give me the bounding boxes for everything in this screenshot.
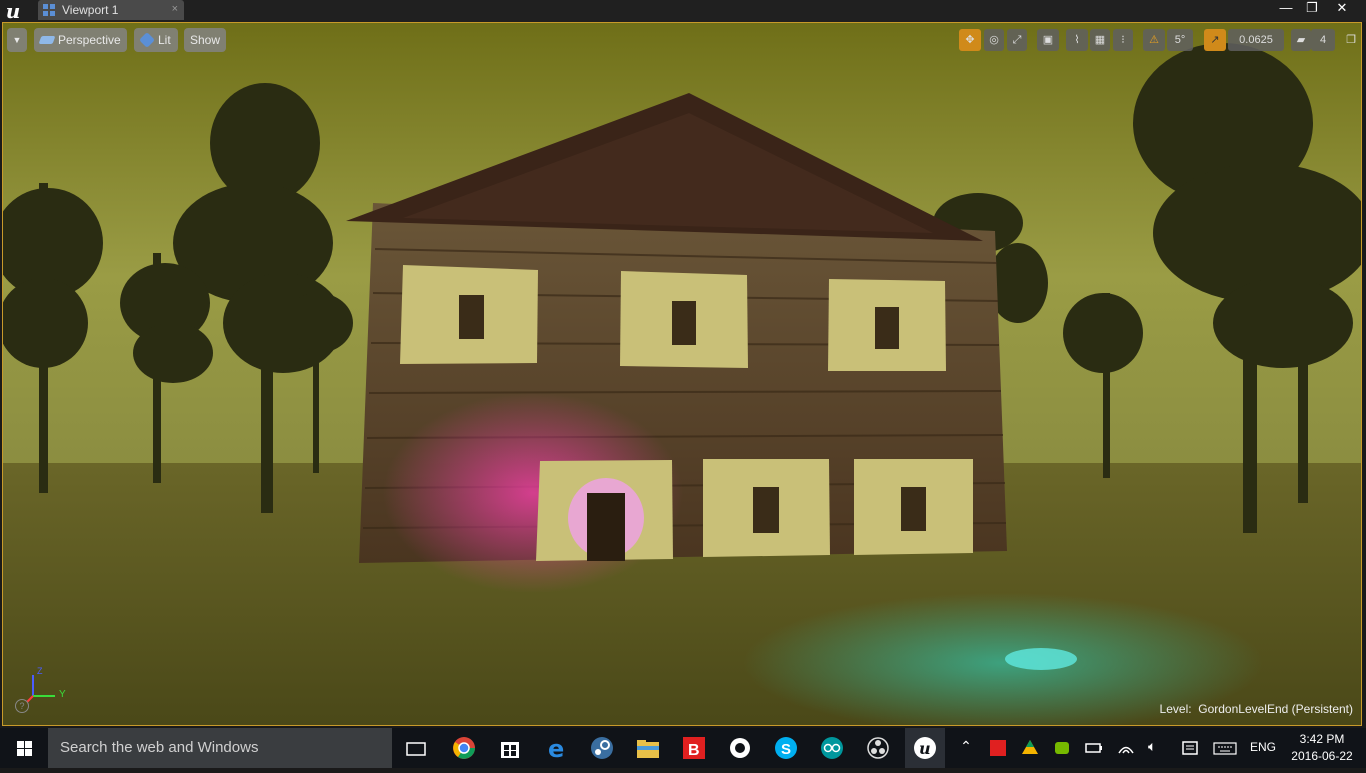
rotate-tool-icon[interactable]: ◎ — [984, 29, 1004, 51]
clock-date: 2016-06-22 — [1291, 749, 1353, 763]
tray-red-app-icon[interactable] — [988, 738, 1008, 758]
camera-speed-icon[interactable]: ▰ — [1291, 29, 1311, 51]
taskbar: Search the web and Windows e B S u ⌃ 🔈︎ … — [0, 728, 1366, 768]
unreal-logo-icon: u — [5, 0, 21, 23]
close-tab-icon[interactable]: × — [172, 3, 178, 15]
perspective-button[interactable]: Perspective — [34, 28, 127, 52]
unreal-engine-taskbar-icon[interactable]: u — [905, 728, 945, 768]
svg-text:u: u — [919, 739, 931, 758]
google-drive-icon[interactable] — [1020, 738, 1040, 758]
axis-z-label: Z — [37, 666, 43, 676]
world-local-icon[interactable]: ▣ — [1037, 29, 1059, 51]
scale-tool-icon[interactable]: ⤢ — [1007, 29, 1027, 51]
svg-text:S: S — [781, 741, 791, 758]
svg-text:e: e — [548, 735, 564, 762]
surface-snap-icon[interactable]: ⌇ — [1066, 29, 1088, 51]
store-icon[interactable] — [496, 734, 524, 762]
help-icon[interactable]: ? — [15, 699, 29, 713]
viewport-grid-icon — [43, 4, 55, 16]
file-explorer-icon[interactable] — [634, 734, 662, 762]
level-name: GordonLevelEnd (Persistent) — [1198, 702, 1353, 716]
tab-label: Viewport 1 — [62, 3, 119, 17]
battery-icon[interactable] — [1084, 738, 1104, 758]
rotation-snap-icon[interactable]: ⚠ — [1143, 29, 1165, 51]
perspective-label: Perspective — [58, 33, 121, 47]
camera-speed-value[interactable]: 4 — [1311, 29, 1335, 51]
blender-icon[interactable] — [726, 734, 754, 762]
maximize-viewport-icon[interactable]: ❐ — [1343, 29, 1359, 51]
show-button[interactable]: Show — [184, 28, 226, 52]
start-button[interactable] — [0, 728, 48, 768]
lit-label: Lit — [158, 33, 171, 47]
scale-snap-value[interactable]: 0.0625 — [1228, 29, 1284, 51]
svg-text:B: B — [688, 742, 700, 759]
bitdefender-icon[interactable]: B — [680, 734, 708, 762]
lit-button[interactable]: Lit — [134, 28, 178, 52]
scene-render[interactable] — [3, 23, 1362, 726]
skype-icon[interactable]: S — [772, 734, 800, 762]
title-bar: u Viewport 1 × — ❐ ✕ — [0, 0, 1366, 22]
steam-icon[interactable] — [588, 734, 616, 762]
keyboard-icon[interactable] — [1212, 738, 1238, 758]
wifi-icon[interactable] — [1116, 738, 1136, 758]
viewport-options-button[interactable]: ▼ — [7, 28, 27, 52]
lit-sphere-icon — [139, 32, 155, 48]
scale-snap-icon[interactable]: ↗ — [1204, 29, 1226, 51]
obs-icon[interactable] — [864, 734, 892, 762]
level-viewport[interactable]: Z Y ? ▼ Perspective Lit Show ✥ ◎ ⤢ ▣ ⌇ ▦… — [2, 22, 1362, 726]
chrome-icon[interactable] — [450, 734, 478, 762]
search-input[interactable]: Search the web and Windows — [48, 728, 392, 768]
level-prefix: Level: — [1159, 702, 1192, 716]
translate-tool-icon[interactable]: ✥ — [959, 29, 981, 51]
axis-y-label: Y — [59, 689, 66, 700]
clock[interactable]: 3:42 PM 2016-06-22 — [1284, 731, 1360, 765]
clock-time: 3:42 PM — [1299, 732, 1345, 746]
action-center-icon[interactable] — [1180, 738, 1200, 758]
maximize-button[interactable]: ❐ — [1298, 0, 1326, 16]
language-indicator[interactable]: ENG — [1250, 740, 1276, 754]
rotation-snap-value[interactable]: 5° — [1167, 29, 1193, 51]
grid-size-icon[interactable]: ⁝ — [1113, 29, 1133, 51]
edge-icon[interactable]: e — [542, 734, 570, 763]
nvidia-icon[interactable] — [1052, 738, 1072, 758]
volume-icon[interactable]: 🔈︎ — [1148, 738, 1168, 758]
perspective-camera-icon — [38, 36, 56, 44]
windows-logo-icon — [17, 741, 32, 756]
task-view-icon[interactable] — [402, 734, 430, 762]
close-window-button[interactable]: ✕ — [1328, 0, 1356, 16]
grid-snap-icon[interactable]: ▦ — [1090, 29, 1110, 51]
level-indicator: Level: GordonLevelEnd (Persistent) — [1160, 702, 1353, 716]
show-hidden-icons-icon[interactable]: ⌃ — [956, 738, 976, 758]
arduino-icon[interactable] — [818, 734, 846, 762]
minimize-button[interactable]: — — [1272, 0, 1300, 16]
tab-viewport-1[interactable]: Viewport 1 × — [38, 0, 184, 20]
